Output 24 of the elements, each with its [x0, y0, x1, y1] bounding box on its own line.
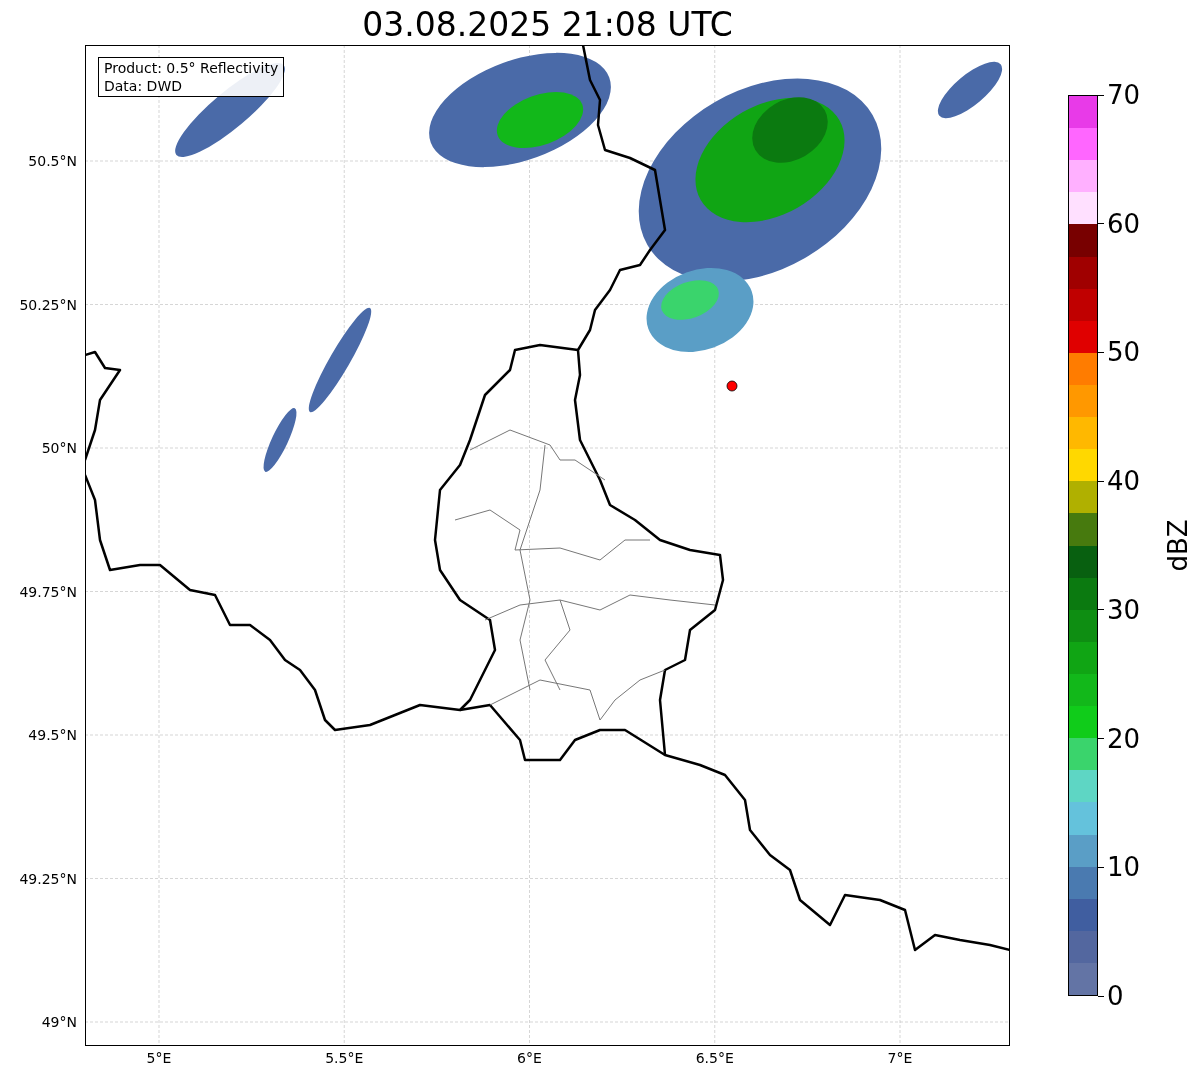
longitude-label: 6°E — [517, 1049, 542, 1067]
scale-tick-label: 50 — [1098, 337, 1141, 368]
scale-tick-label: 30 — [1098, 594, 1141, 625]
latitude-label: 49.25°N — [19, 869, 77, 888]
latitude-label: 49.5°N — [28, 726, 77, 744]
longitude-label: 5.5°E — [325, 1049, 364, 1067]
latitude-label: 50°N — [41, 439, 77, 457]
chart-title: 03.08.2025 21:08 UTC — [362, 5, 733, 45]
product-label: Product: 0.5° Reflectivity — [104, 59, 279, 77]
latitude-label: 49.75°N — [19, 582, 77, 601]
scale-tick-label: 0 — [1098, 981, 1124, 1011]
longitude-label: 5°E — [146, 1049, 172, 1067]
latitude-label: 50.5°N — [28, 152, 77, 170]
scale-tick-label: 20 — [1098, 723, 1141, 754]
axis-label: dBZ — [1161, 518, 1194, 572]
scale-tick-label: 60 — [1098, 208, 1141, 239]
scale-tick-label: 70 — [1098, 80, 1141, 110]
scale-tick-label: 40 — [1098, 466, 1141, 497]
latitude-label: 49°N — [41, 1013, 77, 1031]
data-source-label: Data: DWD — [104, 77, 183, 95]
latitude-label: 50.25°N — [19, 295, 77, 314]
longitude-label: 7°E — [887, 1049, 913, 1067]
longitude-label: 6.5°E — [695, 1049, 734, 1067]
scale-tick-label: 10 — [1098, 852, 1141, 883]
